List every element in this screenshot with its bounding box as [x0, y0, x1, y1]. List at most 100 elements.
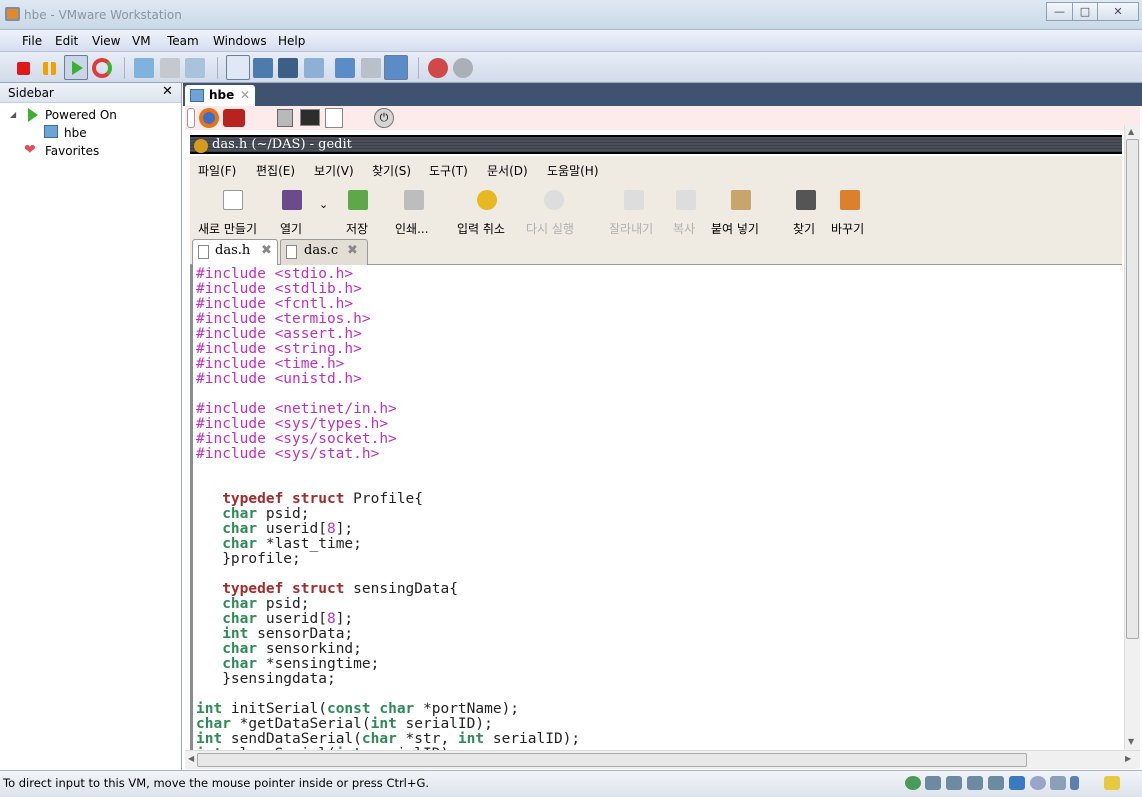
code-token: psid;: [257, 506, 310, 522]
show-sidebar-icon[interactable]: [226, 55, 250, 80]
menu-search[interactable]: 찾기(S): [372, 162, 411, 179]
revert-snapshot-icon[interactable]: [160, 58, 180, 78]
snapshot-manager-icon[interactable]: [185, 58, 205, 78]
menu-view[interactable]: View: [92, 34, 120, 48]
summary-view-icon[interactable]: [361, 58, 381, 78]
scrollbar-thumb[interactable]: [197, 753, 1027, 767]
save-button[interactable]: 저장: [346, 220, 368, 237]
scroll-up-icon[interactable]: ▲: [1128, 127, 1134, 136]
terminal-icon[interactable]: [300, 109, 320, 126]
message-log-icon[interactable]: [1104, 776, 1120, 790]
paste-button[interactable]: 붙여 넣기: [711, 220, 759, 237]
hard-disk-icon[interactable]: [925, 776, 941, 790]
suspend-icon[interactable]: [43, 62, 56, 75]
firefox-icon[interactable]: [199, 108, 219, 128]
scroll-right-icon[interactable]: ▶: [1125, 754, 1131, 763]
copy-button[interactable]: 복사: [673, 220, 695, 237]
power-icon[interactable]: ⏻: [374, 108, 394, 128]
code-token: serialID);: [396, 716, 493, 732]
hard-disk-icon[interactable]: [946, 776, 962, 790]
menu-edit[interactable]: 편집(E): [256, 162, 295, 179]
snapshot-icon[interactable]: [134, 58, 154, 78]
file-cabinet-icon[interactable]: [277, 109, 293, 127]
scrollbar-thumb[interactable]: [1126, 139, 1139, 639]
tab-close-icon[interactable]: ✕: [240, 88, 250, 102]
text-editor-icon[interactable]: [325, 108, 343, 128]
new-button[interactable]: 새로 만들기: [198, 220, 257, 237]
full-screen-icon[interactable]: [253, 58, 273, 78]
replace-button[interactable]: 바꾸기: [831, 220, 864, 237]
usb-icon[interactable]: [1070, 776, 1079, 790]
hard-disk-icon[interactable]: [988, 776, 1004, 790]
new-document-icon: [223, 190, 243, 210]
menu-tools[interactable]: 도구(T): [429, 162, 468, 179]
sidebar-item-favorites[interactable]: Favorites: [45, 144, 99, 158]
menu-vm[interactable]: VM: [132, 34, 151, 48]
open-dropdown-icon[interactable]: ⌄: [319, 198, 328, 211]
tab-close-icon[interactable]: ✖: [347, 243, 358, 258]
scroll-left-icon[interactable]: ◀: [188, 754, 194, 763]
toolbox-icon[interactable]: [223, 109, 245, 127]
code-line: char sensorkind;: [196, 642, 580, 657]
redo-icon: [544, 190, 564, 210]
unity-icon[interactable]: [304, 58, 324, 78]
undo-button[interactable]: 입력 취소: [457, 220, 505, 237]
code-token: #include <stdlib.h>: [196, 281, 362, 297]
find-button[interactable]: 찾기: [793, 220, 815, 237]
hard-disk-icon[interactable]: [967, 776, 983, 790]
gedit-window-icon[interactable]: [194, 139, 208, 153]
cdrom-icon[interactable]: [905, 776, 921, 790]
code-editor[interactable]: #include <stdio.h> #include <stdlib.h> #in…: [190, 265, 1122, 750]
menu-file[interactable]: File: [22, 34, 42, 48]
tab-close-icon[interactable]: ✖: [261, 243, 272, 258]
menu-help[interactable]: Help: [278, 34, 305, 48]
replay-icon[interactable]: [453, 58, 473, 78]
close-button[interactable]: ✕: [1097, 2, 1139, 21]
scroll-down-icon[interactable]: ▼: [1128, 737, 1134, 746]
tabs-view-icon[interactable]: [384, 55, 408, 80]
menu-windows[interactable]: Windows: [213, 34, 267, 48]
code-token: ];: [335, 521, 354, 537]
record-icon[interactable]: [428, 58, 448, 78]
display-icon[interactable]: [1050, 776, 1066, 790]
document-icon: [198, 245, 209, 259]
horizontal-scrollbar[interactable]: ◀ ▶: [185, 750, 1140, 769]
panel-handle[interactable]: [187, 108, 195, 128]
power-off-icon[interactable]: [17, 62, 30, 75]
sound-icon[interactable]: [1030, 776, 1046, 790]
tab-das-h[interactable]: das.h ✖: [192, 239, 278, 265]
menu-documents[interactable]: 문서(D): [487, 162, 528, 179]
code-token: char: [222, 521, 258, 537]
code-line: int sensorData;: [196, 627, 580, 642]
print-button[interactable]: 인쇄...: [395, 220, 429, 237]
menu-edit[interactable]: Edit: [55, 34, 78, 48]
cut-button[interactable]: 잘라내기: [609, 220, 653, 237]
expand-arrow-icon[interactable]: ◢: [10, 110, 16, 119]
network-icon[interactable]: [1009, 776, 1025, 790]
sidebar-item-powered-on[interactable]: Powered On: [45, 108, 117, 122]
menu-view[interactable]: 보기(V): [314, 162, 354, 179]
undo-icon: [477, 190, 497, 210]
redo-button[interactable]: 다시 실행: [526, 220, 574, 237]
power-on-button[interactable]: [64, 55, 88, 80]
tab-hbe[interactable]: hbe ✕: [185, 85, 255, 106]
code-line: }sensingdata;: [196, 672, 580, 687]
console-view-icon[interactable]: [335, 58, 355, 78]
code-token: 8: [326, 521, 336, 537]
menu-file[interactable]: 파일(F): [198, 162, 236, 179]
minimize-button[interactable]: —: [1046, 2, 1073, 21]
sidebar-item-hbe[interactable]: hbe: [64, 126, 87, 140]
open-button[interactable]: 열기: [280, 220, 302, 237]
vertical-scrollbar[interactable]: ▲ ▼: [1124, 125, 1140, 750]
tab-das-c[interactable]: das.c ✖: [280, 239, 368, 265]
reset-icon[interactable]: [92, 58, 112, 78]
maximize-button[interactable]: □: [1072, 2, 1098, 21]
sidebar-close-icon[interactable]: ✕: [162, 84, 173, 99]
quick-switch-icon[interactable]: [278, 58, 298, 78]
menu-team[interactable]: Team: [167, 34, 199, 48]
menu-help[interactable]: 도움말(H): [547, 162, 599, 179]
